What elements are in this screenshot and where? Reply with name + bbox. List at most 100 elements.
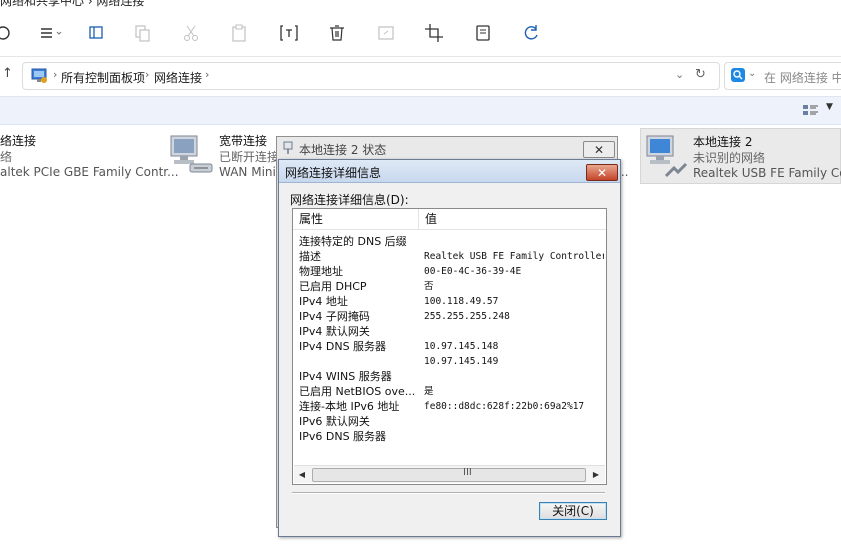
- address-refresh-icon[interactable]: ↻: [695, 67, 706, 82]
- delete-icon[interactable]: [326, 22, 348, 44]
- window-title: 网络和共享中心 › 网络连接: [0, 0, 145, 8]
- details-list[interactable]: 属性 值 连接特定的 DNS 后缀 描述 Realtek USB FE Famil…: [292, 208, 607, 485]
- row-property: 已启用 DHCP: [299, 280, 367, 293]
- scrollbar-thumb[interactable]: III: [312, 467, 586, 482]
- connection-name: 宽带连接: [219, 134, 268, 148]
- connection-name: 本地连接 2: [693, 135, 753, 149]
- close-icon[interactable]: ✕: [583, 141, 615, 158]
- row-value: Realtek USB FE Family Controller: [424, 251, 604, 262]
- table-row[interactable]: IPv4 默认网关: [293, 324, 606, 339]
- table-row[interactable]: 10.97.145.149: [293, 354, 606, 369]
- dialog-title: 网络连接详细信息: [285, 166, 382, 180]
- table-row[interactable]: IPv4 WINS 服务器: [293, 369, 606, 384]
- window-title-strip: 网络和共享中心 › 网络连接: [0, 0, 841, 10]
- view-options-icon[interactable]: [802, 102, 820, 118]
- breadcrumb-sep-2: ›: [205, 68, 210, 81]
- up-arrow-icon[interactable]: ↑: [2, 66, 13, 81]
- row-property: IPv4 DNS 服务器: [299, 340, 387, 353]
- refresh-icon[interactable]: [520, 22, 542, 44]
- dialog-divider: [292, 492, 605, 494]
- connection-adapter: altek PCIe GBE Family Contr...: [0, 165, 179, 179]
- connection-item-broadband[interactable]: 宽带连接 已断开连接 WAN Mini: [168, 128, 280, 184]
- copy-icon[interactable]: [132, 22, 154, 44]
- scroll-right-icon[interactable]: ▶: [588, 466, 604, 483]
- row-property: 物理地址: [299, 265, 343, 278]
- row-value: 是: [424, 386, 434, 397]
- crop-icon[interactable]: [423, 22, 445, 44]
- row-property: 连接特定的 DNS 后缀: [299, 235, 407, 248]
- row-property: 描述: [299, 250, 321, 263]
- back-icon[interactable]: [0, 22, 14, 44]
- connection-adapter: Realtek USB FE Family Cont: [693, 166, 841, 180]
- network-adapter-icon: [644, 132, 690, 178]
- address-history-chevron-icon[interactable]: ⌄: [675, 68, 684, 81]
- table-row[interactable]: 描述 Realtek USB FE Family Controller: [293, 249, 606, 264]
- address-bar[interactable]: › 所有控制面板项 › 网络连接 › ⌄ ↻: [22, 62, 720, 90]
- row-property: IPv4 地址: [299, 295, 348, 308]
- table-row[interactable]: 物理地址 00-E0-4C-36-39-4E: [293, 264, 606, 279]
- pane-icon[interactable]: [85, 22, 107, 44]
- network-details-dialog: 网络连接详细信息 ✕ 网络连接详细信息(D): 属性 值 连接特定的 DNS 后…: [278, 159, 621, 537]
- status-titlebar: 本地连接 2 状态 ✕: [277, 137, 617, 159]
- connection-status: 未识别的网络: [693, 151, 766, 165]
- row-property: 连接-本地 IPv6 地址: [299, 400, 400, 413]
- search-icon: [731, 68, 745, 82]
- breadcrumb-item-network[interactable]: 网络连接: [154, 69, 202, 86]
- view-options-dropdown-icon[interactable]: ▼: [826, 102, 833, 112]
- close-icon[interactable]: ✕: [586, 164, 618, 181]
- share-icon[interactable]: [375, 22, 397, 44]
- table-row[interactable]: IPv4 地址 100.118.49.57: [293, 294, 606, 309]
- row-property: IPv4 子网掩码: [299, 310, 370, 323]
- search-dropdown-icon[interactable]: ⌄: [748, 68, 756, 79]
- command-bar: ▼: [0, 96, 841, 125]
- row-value: 10.97.145.149: [424, 356, 499, 367]
- details-list-label: 网络连接详细信息(D):: [290, 193, 409, 207]
- row-value: 00-E0-4C-36-39-4E: [424, 266, 522, 277]
- search-placeholder: 在 网络连接 中搜索: [764, 71, 841, 85]
- table-row[interactable]: IPv4 DNS 服务器 10.97.145.148: [293, 339, 606, 354]
- horizontal-scrollbar[interactable]: ◀ III ▶: [294, 465, 605, 483]
- row-property: IPv4 默认网关: [299, 325, 370, 338]
- network-adapter-icon: [168, 130, 214, 176]
- row-value: 100.118.49.57: [424, 296, 499, 307]
- table-row[interactable]: IPv6 DNS 服务器: [293, 429, 606, 444]
- row-value: 255.255.255.248: [424, 311, 510, 322]
- status-window-title: 本地连接 2 状态: [299, 143, 387, 157]
- dialog-titlebar: 网络连接详细信息 ✕: [279, 160, 620, 183]
- rename-icon[interactable]: [278, 22, 300, 44]
- table-row[interactable]: 连接-本地 IPv6 地址 fe80::d8dc:628f:22b0:69a2%1…: [293, 399, 606, 414]
- menu-icon[interactable]: [40, 22, 66, 44]
- connection-item-local-2[interactable]: 本地连接 2 未识别的网络 Realtek USB FE Family Cont: [640, 128, 841, 184]
- breadcrumb-item-control-panel[interactable]: 所有控制面板项: [61, 69, 145, 86]
- row-property: IPv6 DNS 服务器: [299, 430, 387, 443]
- row-value: 10.97.145.148: [424, 341, 499, 352]
- table-row[interactable]: 已启用 NetBIOS ove... 是: [293, 384, 606, 399]
- scroll-left-icon[interactable]: ◀: [294, 466, 310, 483]
- row-property: IPv4 WINS 服务器: [299, 370, 392, 383]
- table-row[interactable]: 连接特定的 DNS 后缀: [293, 234, 606, 249]
- properties-icon[interactable]: [472, 22, 494, 44]
- row-value: fe80::d8dc:628f:22b0:69a2%17: [424, 401, 585, 412]
- paste-icon[interactable]: [228, 22, 250, 44]
- table-row[interactable]: IPv6 默认网关: [293, 414, 606, 429]
- control-panel-icon: [31, 67, 49, 85]
- row-value: 否: [424, 281, 434, 292]
- cut-icon[interactable]: [180, 22, 202, 44]
- connection-adapter: WAN Mini: [219, 165, 276, 179]
- connection-item-ethernet[interactable]: 络连接 络 altek PCIe GBE Family Contr...: [0, 128, 179, 184]
- connection-status: 已断开连接: [219, 150, 280, 164]
- table-row[interactable]: 已启用 DHCP 否: [293, 279, 606, 294]
- scrollbar-grip-icon: III: [463, 467, 472, 478]
- row-property: 已启用 NetBIOS ove...: [299, 385, 416, 398]
- search-box[interactable]: ⌄ 在 网络连接 中搜索: [724, 62, 841, 90]
- breadcrumb-sep-0: ›: [53, 68, 58, 81]
- connection-status: 络: [0, 150, 13, 164]
- column-header-value[interactable]: 值: [419, 209, 606, 229]
- close-button[interactable]: 关闭(C): [539, 502, 607, 520]
- network-status-icon: [282, 141, 294, 155]
- breadcrumb-sep-1: ›: [145, 68, 150, 81]
- row-property: IPv6 默认网关: [299, 415, 370, 428]
- column-header-property[interactable]: 属性: [293, 209, 419, 229]
- table-row[interactable]: IPv4 子网掩码 255.255.255.248: [293, 309, 606, 324]
- address-row: ↑ › 所有控制面板项 › 网络连接 › ⌄ ↻ ⌄ 在 网络连接 中搜索: [0, 57, 841, 95]
